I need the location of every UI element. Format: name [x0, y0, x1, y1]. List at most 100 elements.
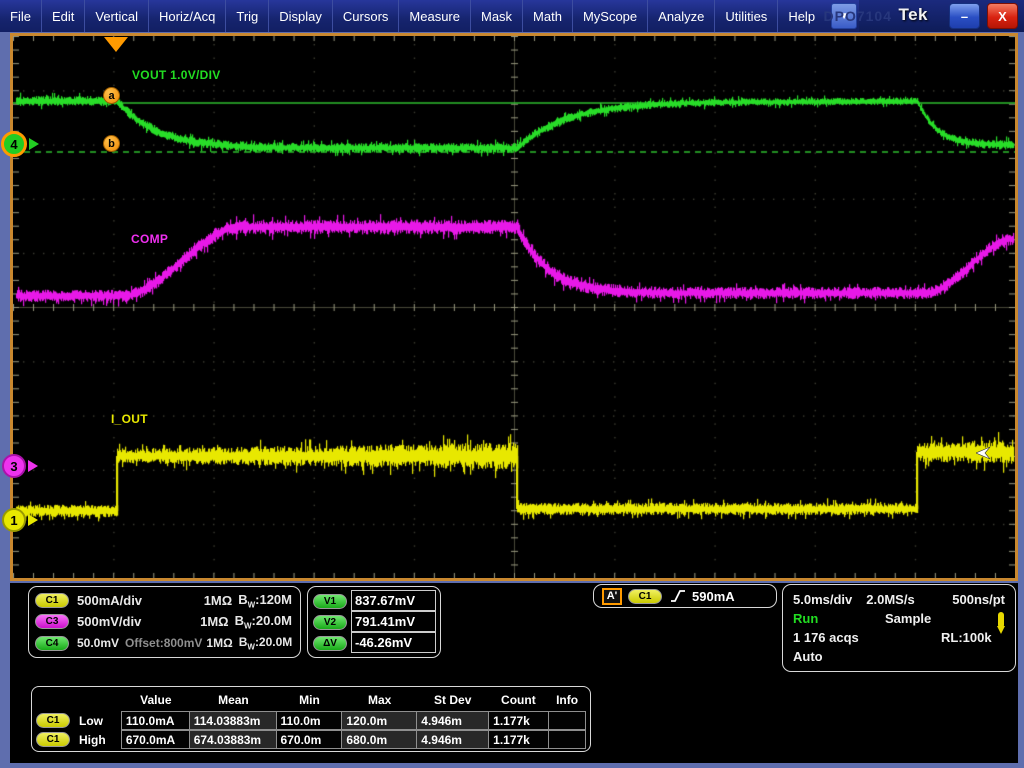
cursor-v1-row: V1 837.67mV [313, 591, 436, 611]
channel-3-badge[interactable]: C3 [35, 614, 69, 629]
menu-item-trig[interactable]: Trig [226, 0, 269, 32]
trigger-position-marker[interactable] [104, 37, 128, 52]
channel-1-impedance: 1MΩ [204, 593, 232, 608]
channel-1-scale: 500mA/div [77, 593, 189, 608]
measurement-name: Low [79, 714, 103, 728]
comp-trace-label: COMP [131, 232, 168, 246]
channel-1-marker[interactable]: 1 [2, 508, 26, 532]
waveform-display [13, 36, 1015, 578]
menu-item-myscope[interactable]: MyScope [573, 0, 648, 32]
low-mean: 114.03883m [189, 711, 277, 730]
acquisition-panel: 5.0ms/div 2.0MS/s 500ns/pt Run Sample 1 … [782, 584, 1016, 672]
cursor-v2-value: 791.41mV [351, 611, 436, 632]
low-stdev: 4.946m [416, 711, 489, 730]
rising-edge-icon [670, 588, 686, 604]
measurement-row-low: C1 Low 110.0mA 114.03883m 110.0m 120.0m … [36, 711, 586, 730]
display-area: VOUT 1.0V/DIV COMP I_OUT a b 4 3 1 [0, 32, 1024, 583]
header-max: Max [342, 693, 417, 707]
readout-area: C1 500mA/div 1MΩ BW:120M C3 500mV/div 1M… [0, 583, 1024, 768]
menu-item-cursors[interactable]: Cursors [333, 0, 400, 32]
sample-rate: 2.0MS/s [866, 592, 914, 607]
mouse-pointer-icon [976, 446, 992, 460]
channel-1-arrow-icon [28, 514, 38, 526]
measurement-row-high: C1 High 670.0mA 674.03883m 670.0m 680.0m… [36, 730, 586, 749]
high-mean: 674.03883m [189, 730, 277, 749]
channel-3-impedance: 1MΩ [200, 614, 228, 629]
measurement-source-badge[interactable]: C1 [36, 732, 70, 747]
timebase: 5.0ms/div [793, 592, 852, 607]
sample-resolution: 500ns/pt [952, 592, 1005, 607]
tek-logo: Tek [898, 5, 928, 25]
model-text: DPO7104 [824, 8, 892, 24]
iout-trace-label: I_OUT [111, 412, 148, 426]
channel-3-marker[interactable]: 3 [2, 454, 26, 478]
menu-item-vertical[interactable]: Vertical [85, 0, 149, 32]
channel-4-marker[interactable]: 4 [1, 131, 27, 157]
cursor-delta-badge[interactable]: ΔV [313, 636, 347, 651]
channel-4-arrow-icon [29, 138, 39, 150]
channel-1-badge[interactable]: C1 [35, 593, 69, 608]
cursor-b-handle[interactable]: b [103, 135, 120, 152]
acquisition-state: Run [793, 611, 818, 626]
cursor-v1-value: 837.67mV [351, 590, 436, 611]
menu-item-math[interactable]: Math [523, 0, 573, 32]
low-count: 1.177k [488, 711, 549, 730]
header-min: Min [277, 693, 343, 707]
high-stdev: 4.946m [416, 730, 489, 749]
high-max: 680.0m [341, 730, 417, 749]
header-stdev: St Dev [417, 693, 489, 707]
trigger-source-badge[interactable]: C1 [628, 589, 662, 604]
low-min: 110.0m [276, 711, 343, 730]
high-min: 670.0m [276, 730, 343, 749]
menu-item-measure[interactable]: Measure [399, 0, 471, 32]
header-info: Info [548, 693, 586, 707]
menu-item-mask[interactable]: Mask [471, 0, 523, 32]
trigger-panel[interactable]: A' C1 590mA [593, 584, 777, 608]
trigger-level: 590mA [692, 589, 735, 604]
cursor-v2-row: V2 791.41mV [313, 612, 436, 632]
channel-3-arrow-icon [28, 460, 38, 472]
readout-background: C1 500mA/div 1MΩ BW:120M C3 500mV/div 1M… [10, 583, 1018, 763]
channel-3-scale: 500mV/div [77, 614, 189, 629]
cursor-readout-panel: V1 837.67mV V2 791.41mV ΔV -46.26mV [307, 586, 441, 658]
channel-4-settings: C4 50.0mV Offset:800mV 1MΩ BW:20.0M [35, 633, 292, 654]
measurement-source-badge[interactable]: C1 [36, 713, 70, 728]
channel-4-bandwidth: BW:20.0M [239, 635, 293, 651]
channel-4-scale: 50.0mV [77, 636, 119, 650]
channel-4-impedance: 1MΩ [206, 636, 232, 650]
cursor-a-handle[interactable]: a [103, 87, 120, 104]
record-length: RL:100k [941, 630, 992, 645]
title-bar: DPO7104 Tek – X [859, 0, 1024, 32]
cursor-delta-row: ΔV -46.26mV [313, 633, 436, 653]
trigger-mode-badge: A' [602, 588, 622, 605]
menu-item-edit[interactable]: Edit [42, 0, 85, 32]
menu-item-analyze[interactable]: Analyze [648, 0, 715, 32]
menu-item-display[interactable]: Display [269, 0, 333, 32]
menu-bar: File Edit Vertical Horiz/Acq Trig Displa… [0, 0, 1024, 32]
channel-3-settings: C3 500mV/div 1MΩ BW:20.0M [35, 611, 292, 632]
low-max: 120.0m [341, 711, 417, 730]
high-count: 1.177k [488, 730, 549, 749]
close-button[interactable]: X [987, 3, 1018, 29]
menu-item-utilities[interactable]: Utilities [715, 0, 778, 32]
measurement-table: Value Mean Min Max St Dev Count Info C1 … [31, 686, 591, 752]
menu-item-horiz-acq[interactable]: Horiz/Acq [149, 0, 226, 32]
vout-trace-label: VOUT 1.0V/DIV [132, 68, 221, 82]
channel-4-offset: Offset:800mV [125, 636, 202, 650]
high-info [548, 730, 586, 749]
high-value: 670.0mA [121, 730, 190, 749]
acquisition-mode: Sample [885, 611, 931, 626]
menu-item-file[interactable]: File [0, 0, 42, 32]
cursor-v2-badge[interactable]: V2 [313, 615, 347, 630]
channel-1-bandwidth: BW:120M [238, 592, 292, 610]
header-mean: Mean [190, 693, 277, 707]
channel-settings-panel: C1 500mA/div 1MΩ BW:120M C3 500mV/div 1M… [28, 586, 301, 658]
measurement-header-row: Value Mean Min Max St Dev Count Info [36, 688, 586, 711]
menu-item-help[interactable]: Help [778, 0, 825, 32]
header-value: Value [122, 693, 191, 707]
cursor-delta-value: -46.26mV [351, 632, 436, 653]
trigger-mode-label: Auto [793, 649, 823, 664]
channel-4-badge[interactable]: C4 [35, 636, 69, 651]
cursor-v1-badge[interactable]: V1 [313, 594, 347, 609]
minimize-button[interactable]: – [949, 3, 980, 29]
